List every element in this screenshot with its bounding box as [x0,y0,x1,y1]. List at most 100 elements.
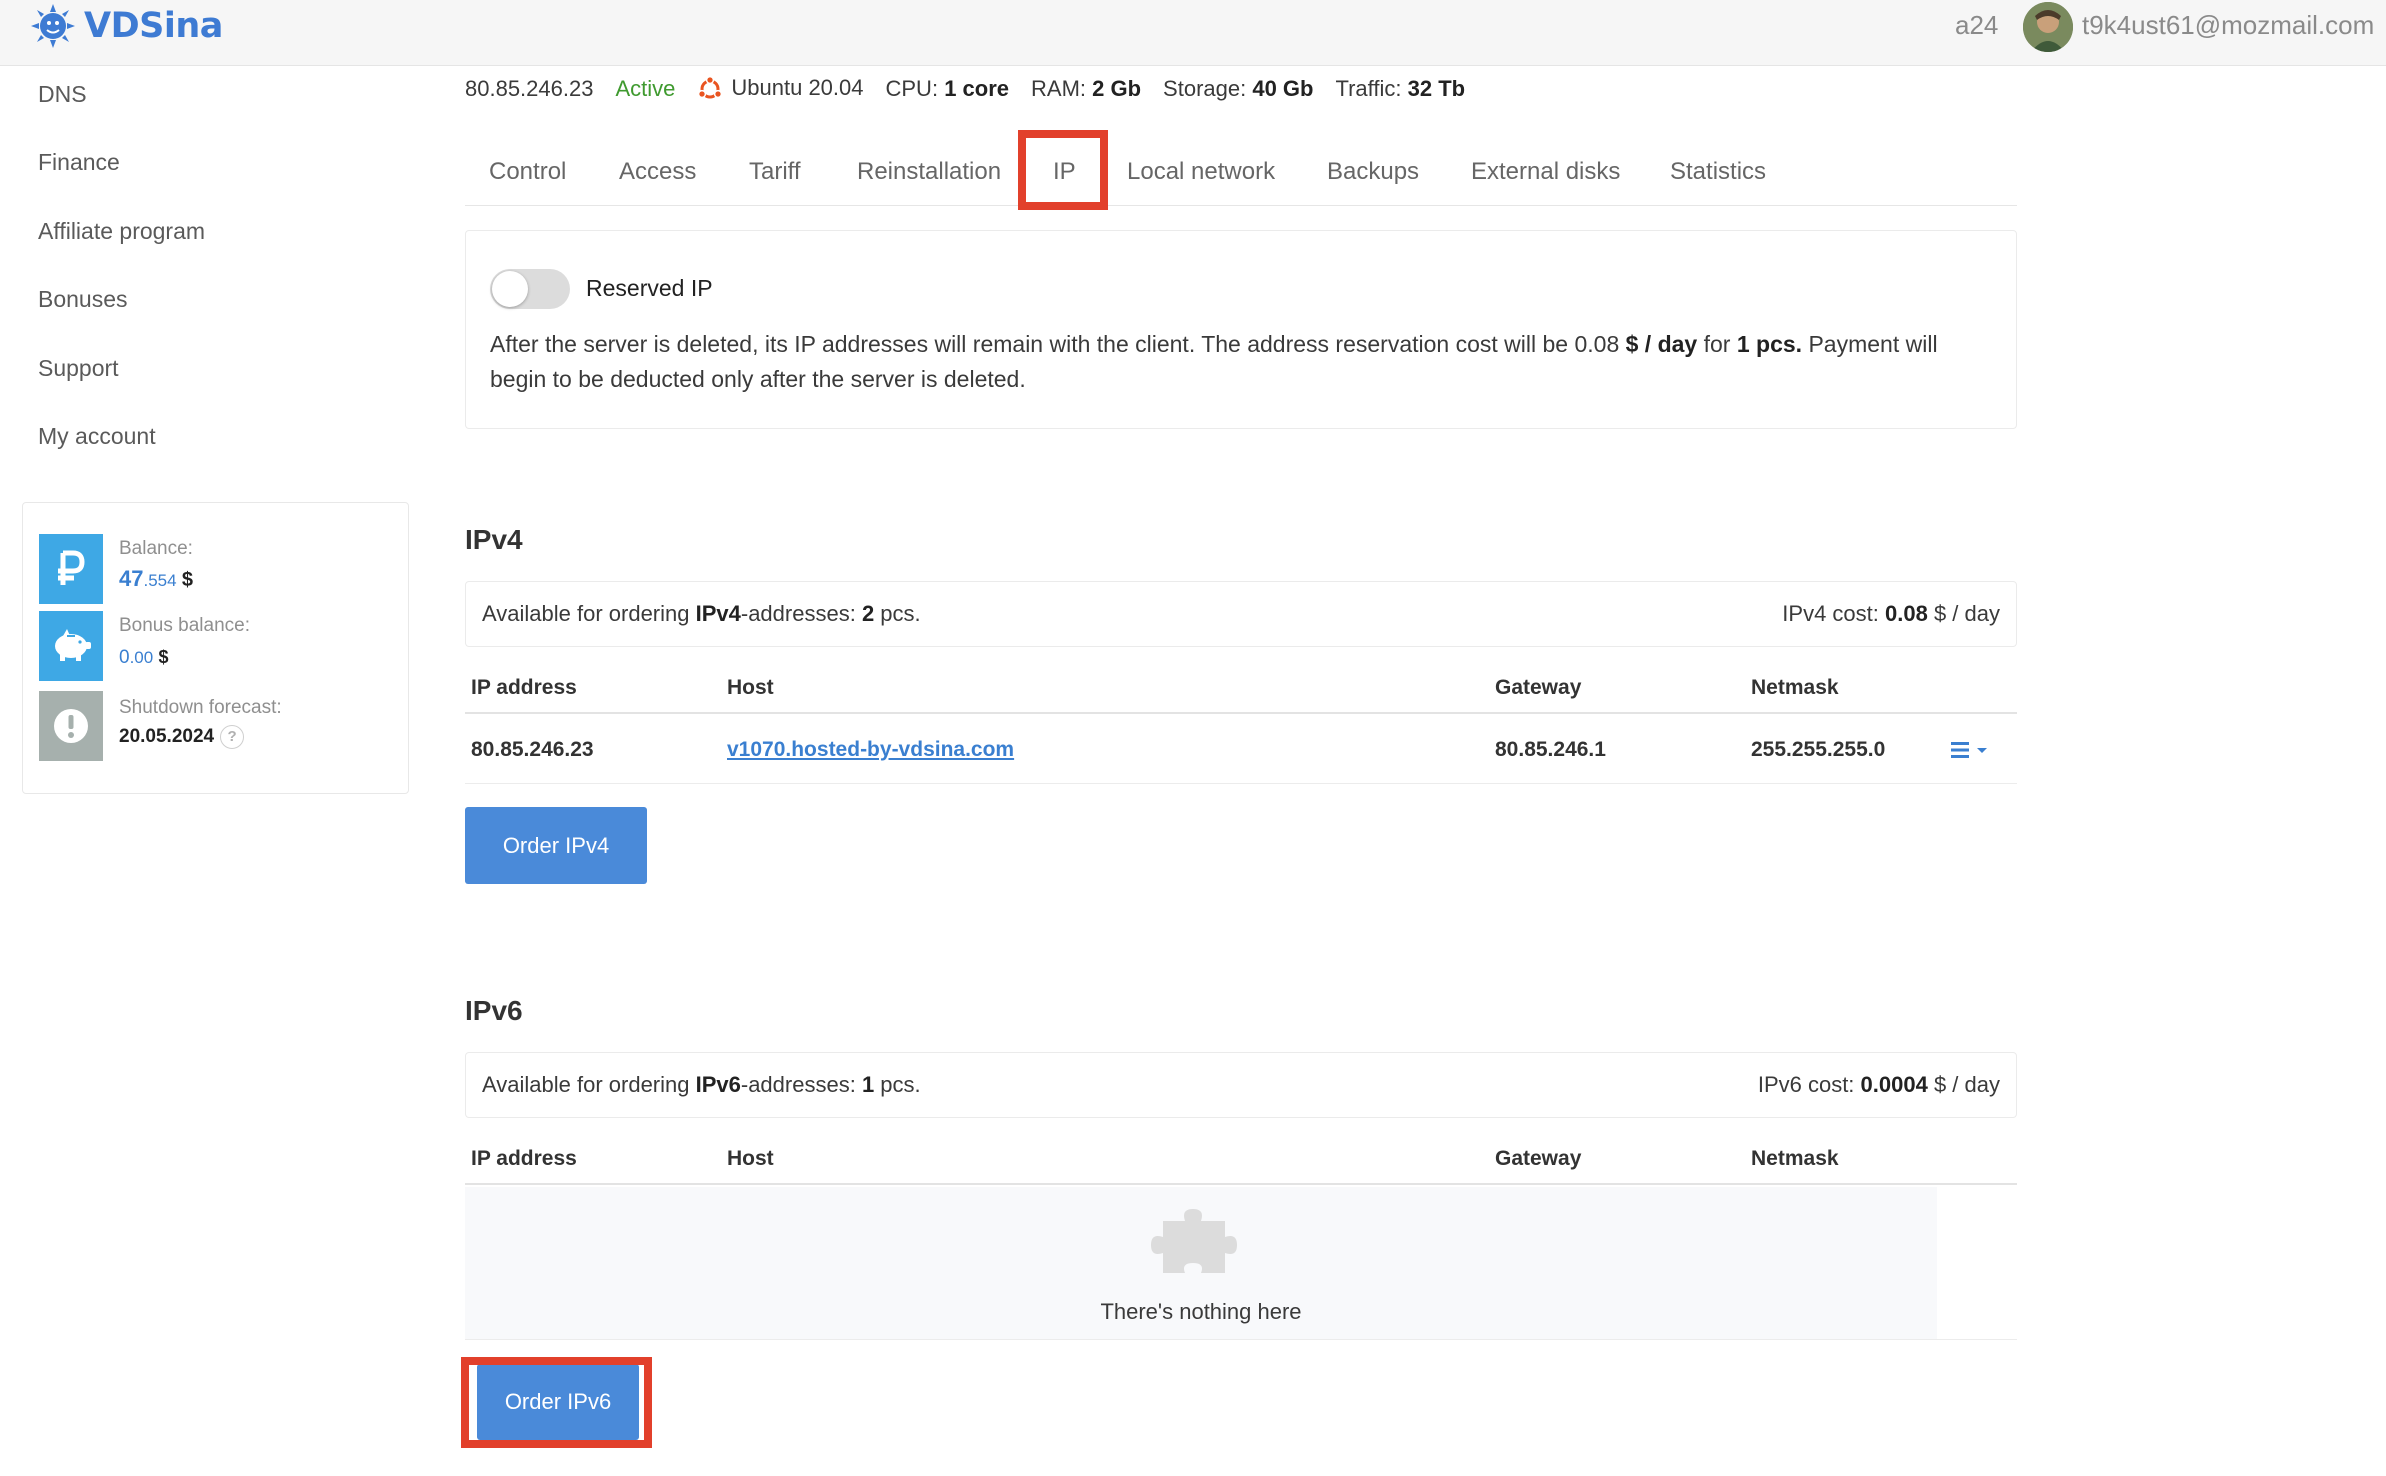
server-cpu: CPU: 1 core [886,76,1010,102]
forecast-value-wrap: 20.05.2024? [119,725,245,749]
reserved-desc-part: for [1697,331,1737,357]
empty-message: There's nothing here [1100,1299,1302,1324]
ipv6-table-header: IP address Host Gateway Netmask [465,1135,2017,1185]
traffic-value: 32 Tb [1407,75,1466,101]
ipv6-availability-bar: Available for ordering IPv6-addresses: 1… [465,1052,2017,1118]
cost-text: IPv6 cost: [1757,1072,1861,1097]
ipv4-availability-bar: Available for ordering IPv4-addresses: 2… [465,581,2017,647]
balance-frac: .554 [143,571,177,590]
server-os-label: Ubuntu 20.04 [731,75,864,100]
col-netmask: Netmask [1751,1147,1839,1170]
ipv6-availability: Available for ordering IPv6-addresses: 1… [482,1072,921,1098]
reserved-desc-qty: 1 pcs. [1736,331,1803,357]
ipv4-table-header: IP address Host Gateway Netmask [465,664,2017,714]
col-ip-address: IP address [471,676,577,699]
avatar-image [2023,2,2073,52]
reserved-desc-price: $ / day [1625,331,1698,357]
tab-statistics[interactable]: Statistics [1670,154,1766,194]
col-netmask: Netmask [1751,676,1839,699]
balance-int: 47 [119,566,144,591]
balance-card: Balance: 47.554 $ Bonus balance: 0.00 $ [22,502,409,794]
avail-text: Available for ordering [482,601,696,626]
cost-value: 0.08 [1885,601,1928,626]
server-traffic: Traffic: 32 Tb [1335,76,1465,102]
tab-external-disks[interactable]: External disks [1471,154,1620,194]
reserved-ip-description: After the server is deleted, its IP addr… [490,327,1990,397]
tab-reinstallation[interactable]: Reinstallation [857,154,1001,194]
avatar[interactable] [2023,2,2073,52]
bonus-frac: .00 [129,648,154,667]
bonus-label: Bonus balance: [119,615,250,636]
divider [465,1339,2017,1340]
cpu-label: CPU: [885,75,939,101]
table-row: 80.85.246.23 v1070.hosted-by-vdsina.com … [465,716,2017,784]
reserved-ip-toggle[interactable] [490,269,570,309]
cell-ip-address: 80.85.246.23 [471,738,594,761]
order-ipv4-button[interactable]: Order IPv4 [465,807,647,884]
forecast-value: 20.05.2024 [119,726,215,748]
user-short-name[interactable]: a24 [1955,10,1998,41]
host-link[interactable]: v1070.hosted-by-vdsina.com [727,738,1014,762]
cost-text: $ / day [1927,1072,2000,1097]
sidebar-item-support[interactable]: Support [38,348,205,416]
avail-type: IPv6 [695,1072,741,1097]
storage-label: Storage: [1163,75,1247,101]
avail-text: Available for ordering [482,1072,696,1097]
tab-access[interactable]: Access [619,154,696,194]
active-tab-highlight [1018,130,1108,210]
logo-text: VDSina [84,6,223,46]
col-ip-address: IP address [471,1147,577,1170]
sun-logo-icon [31,4,75,48]
sidebar-nav: DNS Finance Affiliate program Bonuses Su… [38,74,205,484]
ruble-icon [39,534,103,604]
cost-text: $ / day [1927,601,2000,626]
ram-value: 2 Gb [1092,75,1142,101]
server-ip: 80.85.246.23 [465,75,594,101]
ipv4-availability: Available for ordering IPv4-addresses: 2… [482,601,921,627]
puzzle-icon [1151,1209,1237,1273]
server-ram: RAM: 2 Gb [1031,76,1141,102]
ipv6-cost: IPv6 cost: 0.0004 $ / day [1758,1072,2000,1098]
reserved-ip-label: Reserved IP [586,275,713,301]
sidebar-item-dns[interactable]: DNS [38,74,205,142]
logo[interactable]: VDSina [30,4,223,48]
cpu-value: 1 core [944,75,1010,101]
tab-control[interactable]: Control [489,154,566,194]
toggle-knob [492,271,528,307]
tab-local-network[interactable]: Local network [1127,154,1275,194]
sidebar-item-my-account[interactable]: My account [38,416,205,484]
hamburger-menu-icon[interactable] [1949,738,1993,762]
tab-backups[interactable]: Backups [1327,154,1419,194]
ipv4-cost: IPv4 cost: 0.08 $ / day [1782,601,2000,627]
help-icon[interactable]: ? [220,725,245,749]
cell-gateway: 80.85.246.1 [1495,738,1606,761]
bonus-currency: $ [158,647,169,667]
avail-text: pcs. [874,601,921,626]
avail-count: 2 [861,601,875,626]
avail-count: 1 [861,1072,875,1097]
col-gateway: Gateway [1495,676,1582,699]
col-host: Host [727,1147,774,1170]
server-tabs: Control Access Tariff Reinstallation IP … [465,154,2017,206]
sidebar-item-bonuses[interactable]: Bonuses [38,279,205,347]
avail-text: -addresses: [740,1072,862,1097]
forecast-label: Shutdown forecast: [119,697,282,718]
piggy-bank-icon [39,611,103,681]
server-status: Active [615,75,676,101]
balance-currency: $ [181,569,193,591]
balance-value: 47.554 $ [119,566,193,592]
sidebar-item-finance[interactable]: Finance [38,142,205,210]
server-os: Ubuntu 20.04 [697,75,864,102]
ipv4-title: IPv4 [465,524,523,555]
cost-value: 0.0004 [1860,1072,1928,1097]
tab-tariff[interactable]: Tariff [749,154,801,194]
exclamation-icon [39,691,103,761]
avail-text: pcs. [874,1072,921,1097]
sidebar-item-affiliate-program[interactable]: Affiliate program [38,211,205,279]
bonus-value: 0.00 $ [119,647,169,669]
ram-label: RAM: [1031,75,1087,101]
cost-text: IPv4 cost: [1782,601,1886,626]
user-email[interactable]: t9k4ust61@mozmail.com [2082,10,2374,41]
balance-label: Balance: [119,538,193,559]
top-bar: VDSina a24 t9k4ust61@mozmail.com [0,0,2386,66]
